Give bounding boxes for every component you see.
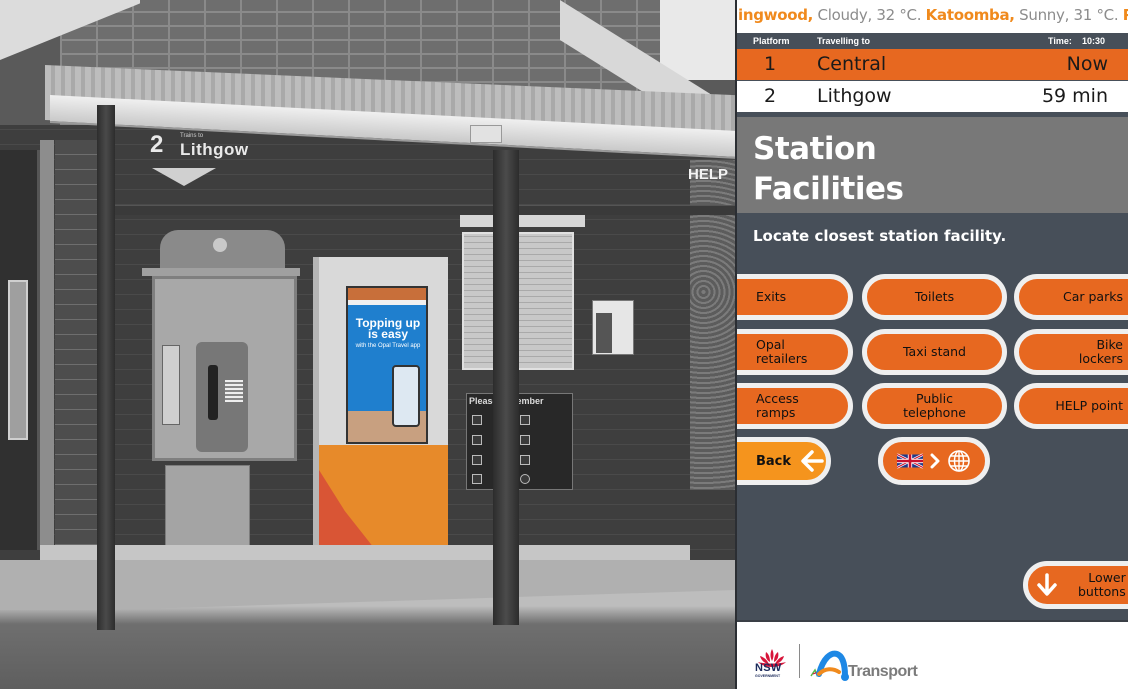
no-alcohol-icon bbox=[520, 455, 530, 465]
ticker-place: Katoomba, bbox=[925, 6, 1015, 24]
departure-platform: 2 bbox=[764, 85, 777, 107]
travelling-to-column-header: Travelling to bbox=[817, 36, 871, 46]
chevron-right-icon bbox=[930, 453, 940, 469]
departure-row: 2 Lithgow 59 min bbox=[737, 81, 1128, 112]
payphone-frame bbox=[142, 268, 300, 276]
weather-ticker: ingwood, Cloudy, 32 °C. Katoomba, Sunny,… bbox=[737, 0, 1128, 33]
ticker-weather: Cloudy, 32 °C. bbox=[817, 6, 922, 24]
awning-post bbox=[493, 150, 519, 625]
brick-column bbox=[55, 140, 100, 560]
lower-buttons-label: Lower buttons bbox=[1078, 571, 1126, 599]
page-title-line-2: Facilities bbox=[753, 171, 904, 207]
left-poster bbox=[8, 280, 28, 440]
transport-wordmark: Transport bbox=[848, 663, 918, 680]
weather-ticker-text: ingwood, Cloudy, 32 °C. Katoomba, Sunny,… bbox=[738, 6, 1128, 24]
lower-buttons-button[interactable]: Lower buttons bbox=[1023, 561, 1128, 609]
departure-row: 1 Central Now bbox=[737, 49, 1128, 80]
payphone-handset bbox=[208, 365, 218, 420]
opal-retailers-button[interactable]: Opal retailers bbox=[737, 329, 853, 375]
bike-lockers-label: Bike lockers bbox=[1078, 337, 1123, 366]
platform-column-header: Platform bbox=[753, 36, 790, 46]
ticket-icon bbox=[520, 415, 530, 425]
lower-buttons-label-2: buttons bbox=[1078, 584, 1126, 599]
kiosk-ui: ingwood, Cloudy, 32 °C. Katoomba, Sunny,… bbox=[735, 0, 1128, 689]
arrow-left-icon bbox=[801, 450, 824, 472]
departure-due: 59 min bbox=[1041, 85, 1108, 107]
pram-icon bbox=[472, 455, 482, 465]
access-ramps-label: Access ramps bbox=[756, 391, 799, 420]
back-button-label: Back bbox=[756, 453, 792, 469]
back-button[interactable]: Back bbox=[737, 437, 831, 485]
title-band: Station Facilities bbox=[737, 115, 1128, 213]
car-parks-button[interactable]: Car parks bbox=[1014, 274, 1128, 320]
uk-flag-icon bbox=[897, 453, 923, 469]
payphone-keypad-icon bbox=[225, 380, 243, 402]
arrow-down-icon bbox=[1037, 573, 1057, 596]
no-smoking-icon bbox=[520, 474, 530, 484]
steel-pillar bbox=[40, 140, 54, 590]
transport-logo-icon bbox=[810, 650, 849, 681]
exits-button[interactable]: Exits bbox=[737, 274, 853, 320]
platform-sign-number: 2 bbox=[150, 131, 164, 158]
ticker-place: Pen bbox=[1123, 6, 1128, 24]
kiosk-promo-headline: Topping up is easy bbox=[355, 316, 421, 341]
language-button[interactable] bbox=[878, 437, 990, 485]
warning-icon bbox=[472, 415, 482, 425]
station-photo: 2 Trains to Lithgow HELP Topping up is e… bbox=[0, 0, 735, 689]
crossbar bbox=[110, 205, 735, 215]
ticker-weather: Sunny, 31 °C. bbox=[1019, 6, 1119, 24]
help-sign: HELP bbox=[688, 166, 729, 183]
platform-sign-arrow-icon bbox=[152, 168, 216, 186]
lower-buttons-label-1: Lower bbox=[1088, 570, 1126, 585]
current-time: 10:30 bbox=[1082, 36, 1106, 46]
help-point-button[interactable]: HELP point bbox=[1014, 383, 1128, 429]
departure-due: Now bbox=[1066, 53, 1108, 75]
kiosk-screen-departure-bar bbox=[348, 288, 426, 300]
small-notice bbox=[470, 125, 502, 143]
telstra-logo-icon bbox=[213, 238, 227, 252]
kiosk-promo-sub: with the Opal Travel app bbox=[355, 343, 421, 349]
globe-icon bbox=[948, 450, 970, 472]
access-ramps-button[interactable]: Access ramps bbox=[737, 383, 853, 429]
departure-platform: 1 bbox=[764, 53, 777, 75]
kiosk-screen-departure-bar-2 bbox=[348, 300, 426, 305]
commuter-telephone-handset bbox=[596, 313, 612, 353]
kiosk-phone-graphic-icon bbox=[392, 365, 420, 427]
departure-destination: Central bbox=[817, 53, 887, 75]
footer: NSW GOVERNMENT Transport bbox=[737, 620, 1128, 689]
time-label: Time: bbox=[1048, 36, 1072, 46]
nsw-wordmark: NSW bbox=[755, 662, 782, 674]
downpipe bbox=[97, 105, 115, 630]
taxi-stand-button[interactable]: Taxi stand bbox=[862, 329, 1007, 375]
departures-header: Platform Travelling to Time: 10:30 bbox=[737, 33, 1128, 49]
toilets-button[interactable]: Toilets bbox=[862, 274, 1007, 320]
departure-destination: Lithgow bbox=[817, 85, 892, 107]
ticker-place: ingwood, bbox=[738, 6, 814, 24]
grid-icon bbox=[472, 435, 482, 445]
bike-lockers-button[interactable]: Bike lockers bbox=[1014, 329, 1128, 375]
logo-divider bbox=[799, 644, 800, 678]
page-title-line-1: Station bbox=[753, 131, 877, 167]
page-subtitle: Locate closest station facility. bbox=[753, 227, 1007, 245]
platform-sign-destination: Lithgow bbox=[180, 140, 249, 159]
eye-icon bbox=[472, 474, 482, 484]
platform-sign-trains-to: Trains to bbox=[180, 133, 204, 139]
public-telephone-label: Public telephone bbox=[903, 391, 966, 420]
public-telephone-button[interactable]: Public telephone bbox=[862, 383, 1007, 429]
nsw-government-label: GOVERNMENT bbox=[755, 674, 781, 678]
payphone-notice bbox=[162, 345, 180, 425]
no-riding-icon bbox=[520, 435, 530, 445]
opal-retailers-label: Opal retailers bbox=[756, 337, 808, 366]
page-title: Station Facilities bbox=[753, 129, 904, 209]
